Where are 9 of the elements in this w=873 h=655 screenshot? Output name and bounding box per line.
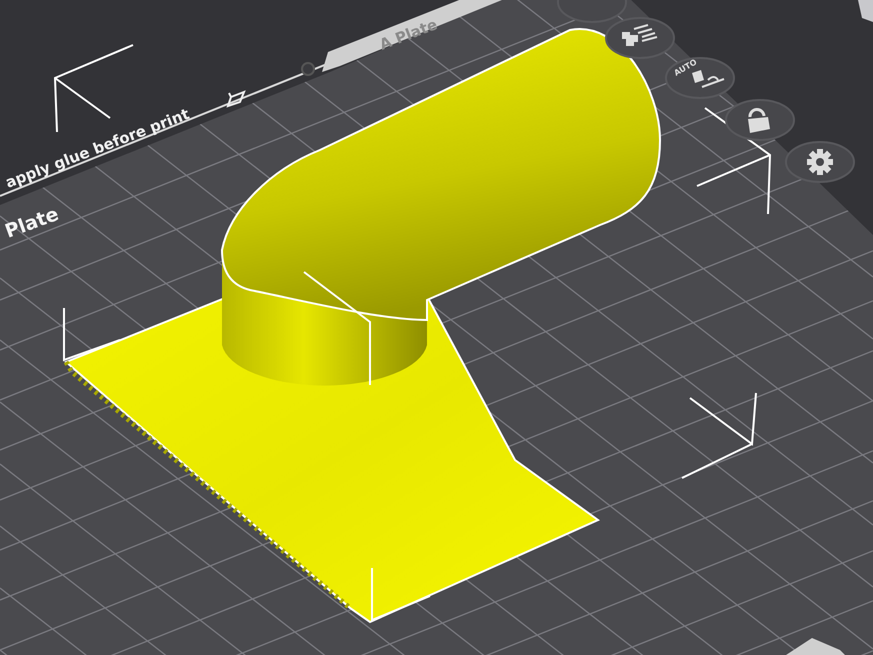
plate-label: A Plate [376, 15, 440, 54]
screw-icon [301, 62, 315, 76]
pencil-icon[interactable] [227, 90, 246, 107]
bounding-box-corner [371, 568, 430, 622]
settings-button[interactable] [785, 141, 855, 183]
lock-button[interactable] [725, 99, 795, 141]
plate-name: Plate [2, 203, 62, 243]
layout-button[interactable] [605, 17, 675, 59]
bounding-box-corner [63, 308, 120, 362]
